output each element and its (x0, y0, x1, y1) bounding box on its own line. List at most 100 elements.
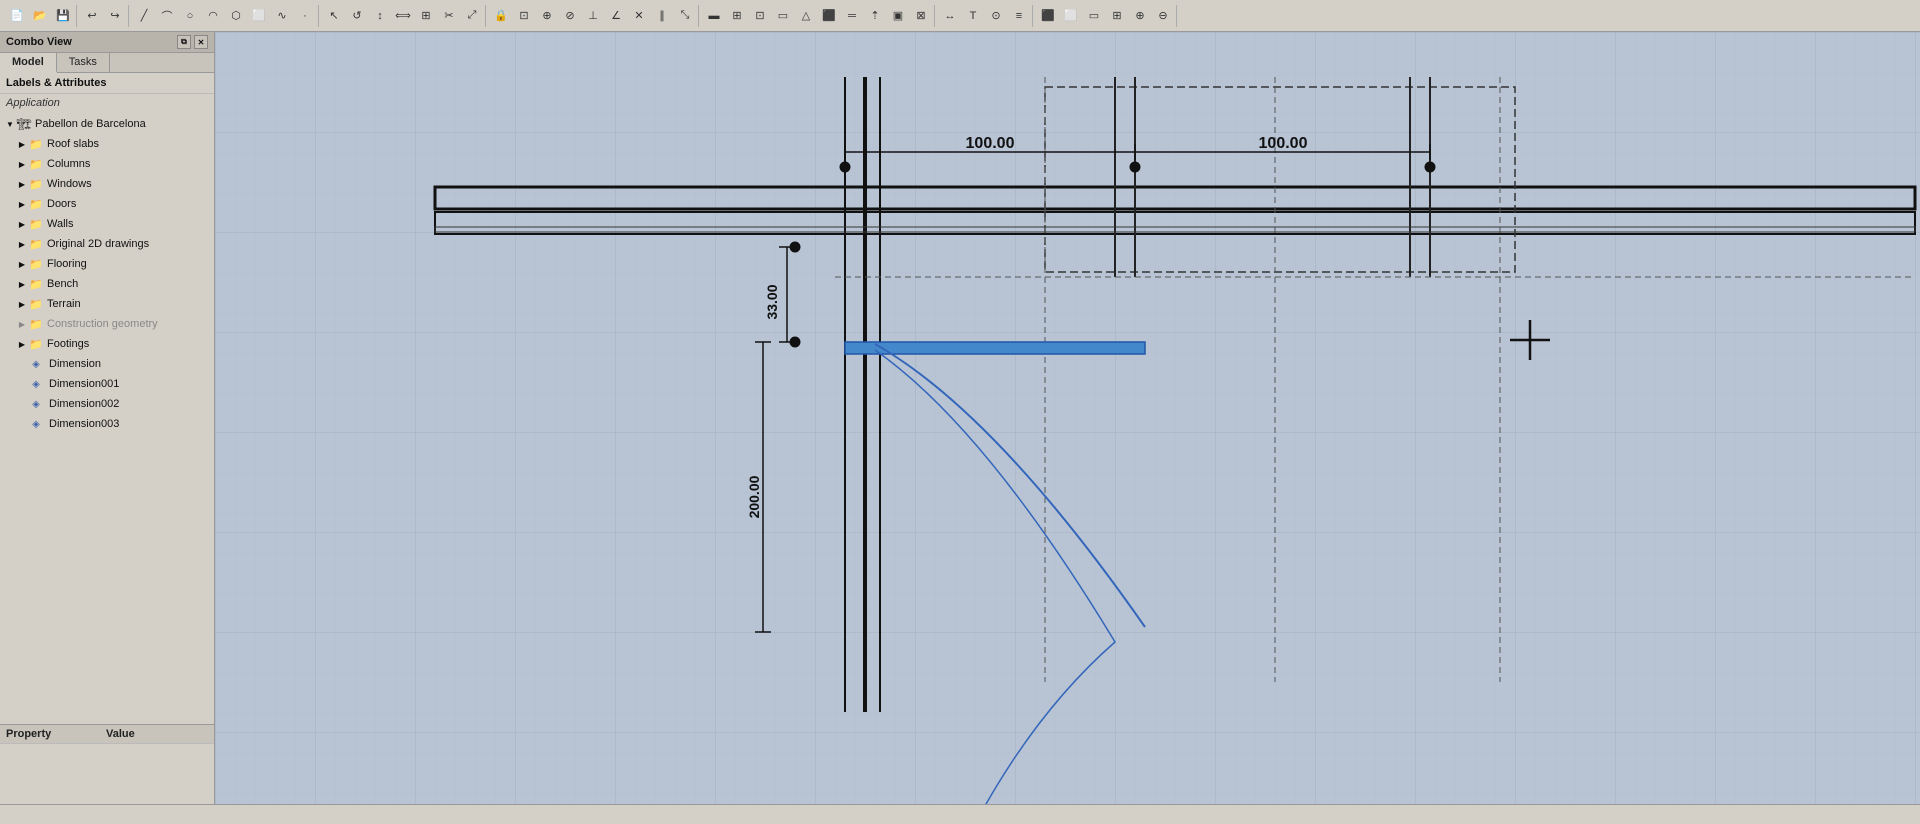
tab-tasks[interactable]: Tasks (57, 53, 110, 72)
tree-item-flooring[interactable]: Flooring (0, 254, 214, 274)
tree-item-footings[interactable]: Footings (0, 334, 214, 354)
tree-item-windows[interactable]: Windows (0, 174, 214, 194)
tree-item-label: Roof slabs (47, 138, 99, 150)
tree-item-walls[interactable]: Walls (0, 214, 214, 234)
tree-item-label: Windows (47, 178, 92, 190)
toolbar-group-draw: ╱ ⌒ ○ ◠ ⬡ ⬜ ∿ · (131, 5, 319, 27)
toolbar-schedule[interactable]: ≡ (1008, 5, 1030, 27)
toolbar-extend[interactable]: ⤢ (461, 5, 483, 27)
toolbar-section[interactable]: ⊙ (985, 5, 1007, 27)
svg-text:200.00: 200.00 (746, 475, 762, 518)
toolbar-panel[interactable]: ▣ (887, 5, 909, 27)
toolbar-floor[interactable]: ▭ (772, 5, 794, 27)
tree-item-label: Terrain (47, 298, 81, 310)
tree-item-label: Bench (47, 278, 78, 290)
toolbar-stairs[interactable]: ⇡ (864, 5, 886, 27)
toolbar-group-file: 📄 📂 💾 (4, 5, 77, 27)
toolbar-snap-near[interactable]: ⊘ (559, 5, 581, 27)
toolbar-snap-ext[interactable]: ⤡ (674, 5, 696, 27)
toolbar-group-modify: ↖ ↺ ↕ ⟺ ⊞ ✂ ⤢ (321, 5, 486, 27)
main-toolbar: 📄 📂 💾 ↩ ↪ ╱ ⌒ ○ ◠ ⬡ ⬜ ∿ · ↖ ↺ ↕ ⟺ ⊞ ✂ ⤢ … (0, 0, 1920, 32)
tree-root-arrow (4, 118, 16, 130)
tree-item-dimension001[interactable]: ◈ Dimension001 (0, 374, 214, 394)
toolbar-scale[interactable]: ↕ (369, 5, 391, 27)
toolbar-column[interactable]: ⬛ (818, 5, 840, 27)
tree-item-arrow (16, 218, 28, 230)
toolbar-undo[interactable]: ↩ (81, 5, 103, 27)
tab-model[interactable]: Model (0, 53, 57, 73)
toolbar-circle[interactable]: ○ (179, 5, 201, 27)
tree-item-terrain[interactable]: Terrain (0, 294, 214, 314)
tree-item-columns[interactable]: Columns (0, 154, 214, 174)
toolbar-text[interactable]: T (962, 5, 984, 27)
toolbar-snap-mid[interactable]: ⊡ (513, 5, 535, 27)
toolbar-zoom-in[interactable]: ⊕ (1129, 5, 1151, 27)
toolbar-offset[interactable]: ⊞ (415, 5, 437, 27)
toolbar-beam[interactable]: ═ (841, 5, 863, 27)
tree-item-arrow (16, 158, 28, 170)
toolbar-trim[interactable]: ✂ (438, 5, 460, 27)
tree-item-dimension[interactable]: ◈ Dimension (0, 354, 214, 374)
combo-view-header-icons: ⧉ ✕ (177, 35, 208, 49)
toolbar-window[interactable]: ⊞ (726, 5, 748, 27)
tree-item-dimension002[interactable]: ◈ Dimension002 (0, 394, 214, 414)
toolbar-snap-angle[interactable]: ∠ (605, 5, 627, 27)
tree-item-arrow (16, 358, 28, 370)
tree-root[interactable]: 🏗 Pabellon de Barcelona (0, 114, 214, 134)
toolbar-snap-par[interactable]: ∥ (651, 5, 673, 27)
dim-icon: ◈ (28, 396, 44, 412)
toolbar-rotate[interactable]: ↺ (346, 5, 368, 27)
toolbar-point[interactable]: · (294, 5, 316, 27)
tree-item-label: Dimension003 (49, 418, 119, 430)
combo-view-close-btn[interactable]: ✕ (194, 35, 208, 49)
toolbar-bspline[interactable]: ∿ (271, 5, 293, 27)
tree-item-bench[interactable]: Bench (0, 274, 214, 294)
toolbar-mirror[interactable]: ⟺ (392, 5, 414, 27)
toolbar-polygon[interactable]: ⬡ (225, 5, 247, 27)
toolbar-move[interactable]: ↖ (323, 5, 345, 27)
canvas-svg: 100.00 100.00 33.00 200.00 (215, 32, 1920, 804)
tree-item-label: Doors (47, 198, 76, 210)
toolbar-new[interactable]: 📄 (6, 5, 28, 27)
toolbar-group-edit: ↩ ↪ (79, 5, 129, 27)
toolbar-wall[interactable]: ▬ (703, 5, 725, 27)
toolbar-arc[interactable]: ◠ (202, 5, 224, 27)
toolbar-snap-end[interactable]: ⊕ (536, 5, 558, 27)
tree-item-arrow (16, 198, 28, 210)
tree-item-label: Original 2D drawings (47, 238, 149, 250)
toolbar-rect[interactable]: ⬜ (248, 5, 270, 27)
folder-icon (28, 296, 44, 312)
toolbar-open[interactable]: 📂 (29, 5, 51, 27)
tree-item-doors[interactable]: Doors (0, 194, 214, 214)
canvas-area[interactable]: 100.00 100.00 33.00 200.00 (215, 32, 1920, 804)
tree-item-roof-slabs[interactable]: Roof slabs (0, 134, 214, 154)
toolbar-redo[interactable]: ↪ (104, 5, 126, 27)
tree-item-original-drawings[interactable]: Original 2D drawings (0, 234, 214, 254)
toolbar-dim[interactable]: ↔ (939, 5, 961, 27)
toolbar-view-3d[interactable]: ⬛ (1037, 5, 1059, 27)
tree-item-construction-geometry[interactable]: 📁 Construction geometry (0, 314, 214, 334)
toolbar-view-elev[interactable]: ▭ (1083, 5, 1105, 27)
application-label: Application (0, 94, 214, 112)
toolbar-save[interactable]: 💾 (52, 5, 74, 27)
toolbar-zoom-out[interactable]: ⊖ (1152, 5, 1174, 27)
toolbar-snap-perp[interactable]: ⊥ (582, 5, 604, 27)
tree-root-icon: 🏗 (16, 116, 32, 132)
tree-item-dimension003[interactable]: ◈ Dimension003 (0, 414, 214, 434)
toolbar-snap-int[interactable]: ✕ (628, 5, 650, 27)
toolbar-equipment[interactable]: ⊠ (910, 5, 932, 27)
prop-col-value: Value (106, 728, 208, 740)
tree-item-arrow (16, 298, 28, 310)
toolbar-group-view: ⬛ ⬜ ▭ ⊞ ⊕ ⊖ (1035, 5, 1177, 27)
toolbar-door[interactable]: ⊡ (749, 5, 771, 27)
toolbar-zoom-fit[interactable]: ⊞ (1106, 5, 1128, 27)
combo-view-float-btn[interactable]: ⧉ (177, 35, 191, 49)
toolbar-line[interactable]: ╱ (133, 5, 155, 27)
toolbar-wire[interactable]: ⌒ (156, 5, 178, 27)
folder-icon (28, 176, 44, 192)
toolbar-roof[interactable]: △ (795, 5, 817, 27)
folder-icon (28, 336, 44, 352)
tree-item-arrow (16, 318, 28, 330)
toolbar-view-plan[interactable]: ⬜ (1060, 5, 1082, 27)
toolbar-snap-lock[interactable]: 🔒 (490, 5, 512, 27)
